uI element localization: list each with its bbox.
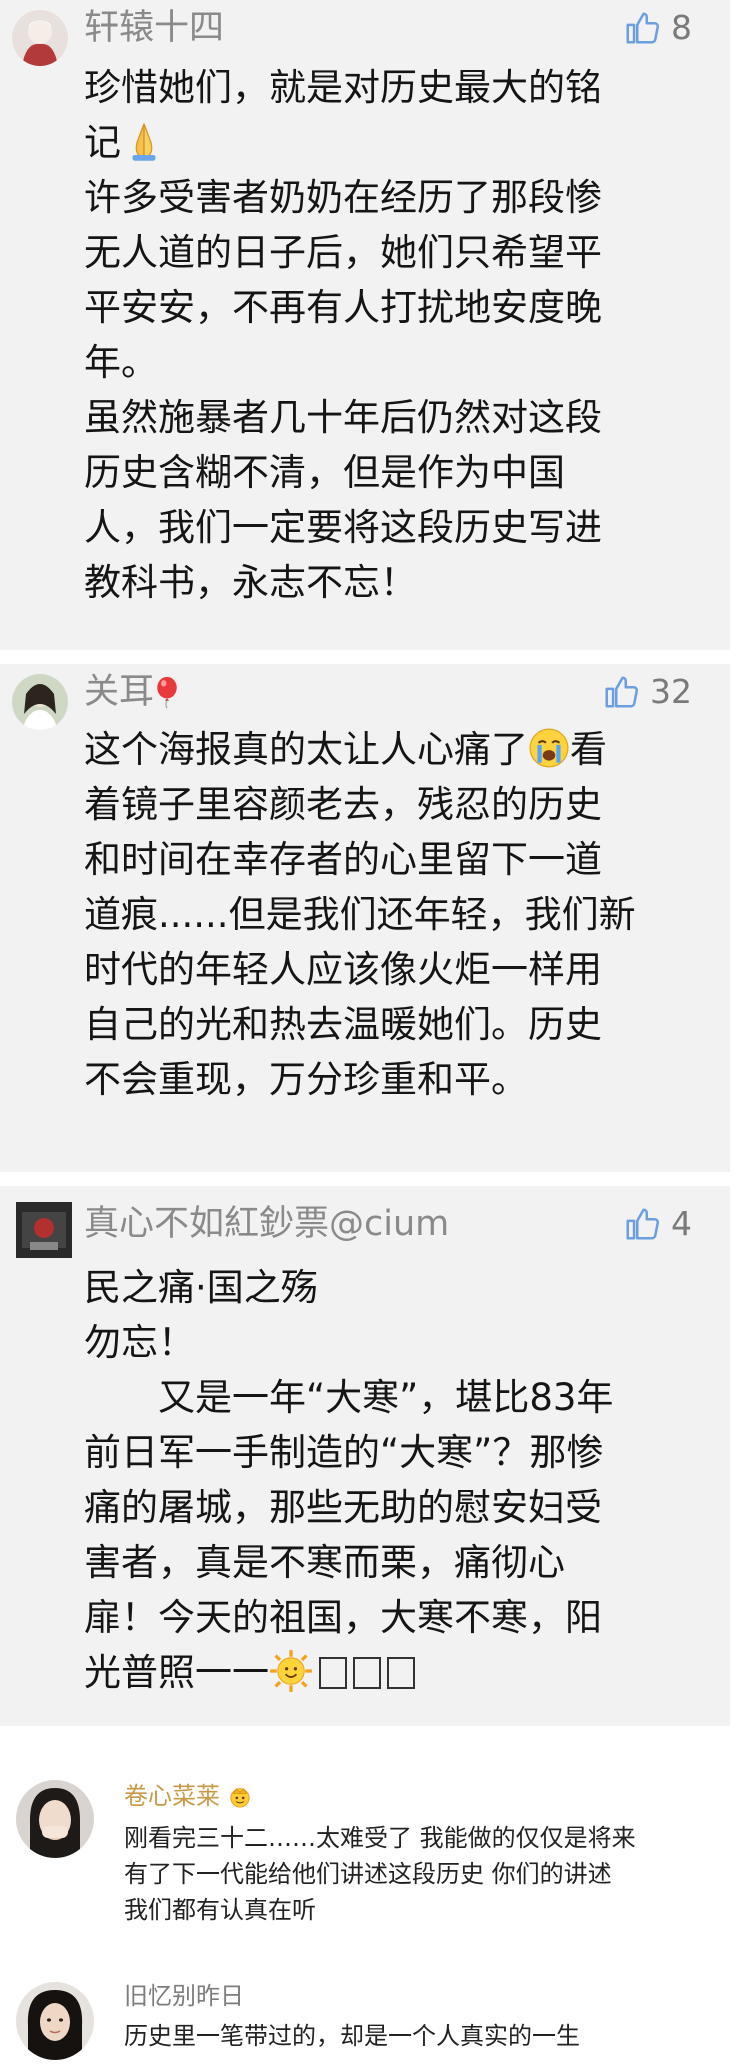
- crown-icon: [230, 1788, 250, 1808]
- comment-line: 民之痛·国之殇: [84, 1266, 318, 1309]
- comment-line: 有了下一代能给他们讲述这段历史 你们的讲述: [124, 1860, 612, 1888]
- comment-text: 这个海报真的太让人心痛了 看 着镜子里容颜老去，残忍的历史 和时间在幸存者的心里…: [84, 722, 690, 1107]
- comment-text: 民之痛·国之殇 勿忘！ 又是一年“大寒”，堪比83年 前日军一手制造的“大寒”？…: [84, 1260, 690, 1704]
- comment-line: 教科书，永志不忘！: [84, 561, 417, 604]
- comment-line: 时代的年轻人应该像火炬一样用: [84, 948, 602, 991]
- comment-line-tail: 看: [570, 728, 607, 771]
- comment-text: 刚看完三十二……太难受了 我能做的仅仅是将来 有了下一代能给他们讲述这段历史 你…: [124, 1820, 718, 1928]
- balloon-icon: [157, 676, 177, 709]
- comment-line: 和时间在幸存者的心里留下一道: [84, 838, 602, 881]
- thumbs-up-icon: [605, 676, 639, 708]
- sun-face-icon: [270, 1650, 312, 1692]
- comment-line: 人，我们一定要将这段历史写进: [84, 506, 602, 549]
- comment-line: 着镜子里容颜老去，残忍的历史: [84, 783, 602, 826]
- comment-line: 道痕......但是我们还年轻，我们新: [84, 893, 636, 936]
- comment-text: 历史里一笔带过的，却是一个人真实的一生: [124, 2018, 718, 2054]
- comment-line: 又是一年“大寒”，堪比83年: [84, 1376, 614, 1419]
- comment-line: 前日军一手制造的“大寒”？那惨: [84, 1431, 604, 1474]
- avatar[interactable]: [16, 1202, 72, 1258]
- comment-username[interactable]: 旧忆别昨日: [124, 1980, 244, 2012]
- comment-line: 不会重现，万分珍重和平。: [84, 1058, 528, 1101]
- comment-line: 历史里一笔带过的，却是一个人真实的一生: [124, 2022, 580, 2050]
- comment-line: 这个海报真的太让人心痛了 看: [84, 722, 690, 777]
- comment-item: 旧忆别昨日 历史里一笔带过的，却是一个人真实的一生: [0, 1960, 748, 2071]
- missing-glyph-boxes: [313, 1649, 415, 1704]
- comment-line: 刚看完三十二……太难受了 我能做的仅仅是将来: [124, 1824, 636, 1852]
- comment-line: 痛的屠城，那些无助的慰安妇受: [84, 1486, 602, 1529]
- comment-line: 害者，真是不寒而栗，痛彻心: [84, 1541, 565, 1584]
- avatar[interactable]: [16, 1982, 94, 2060]
- like-button[interactable]: 32: [602, 670, 692, 714]
- comment-card: 轩辕十四 8 珍惜她们，就是对历史最大的铭 记 许多受害者奶奶在经历了那段惨 无…: [0, 0, 730, 650]
- like-count: 32: [650, 672, 692, 711]
- like-count: 4: [671, 1204, 692, 1243]
- avatar[interactable]: [12, 674, 68, 730]
- missing-glyph: [319, 1657, 347, 1689]
- comment-username[interactable]: 真心不如紅鈔票@cium: [84, 1202, 449, 1246]
- comment-line: 虽然施暴者几十年后仍然对这段: [84, 396, 602, 439]
- comment-line: 无人道的日子后，她们只希望平: [84, 231, 602, 274]
- comment-line: 光普照一一: [84, 1645, 690, 1704]
- comment-username[interactable]: 关耳: [84, 670, 180, 714]
- avatar[interactable]: [16, 1780, 94, 1858]
- comment-line-text: 这个海报真的太让人心痛了: [84, 728, 528, 771]
- username-text: 关耳: [84, 672, 155, 712]
- comment-line: 许多受害者奶奶在经历了那段惨: [84, 176, 602, 219]
- like-count: 8: [671, 8, 692, 47]
- username-text: 卷心菜莱: [124, 1782, 220, 1810]
- comment-line: 扉！今天的祖国，大寒不寒，阳: [84, 1596, 602, 1639]
- comment-line-text: 记: [84, 121, 121, 164]
- comment-line: 自己的光和热去温暖她们。历史: [84, 1003, 602, 1046]
- thumbs-up-icon: [626, 1208, 660, 1240]
- comment-line: 年。: [84, 341, 158, 384]
- missing-glyph: [387, 1657, 415, 1689]
- comment-screenshot: 轩辕十四 8 珍惜她们，就是对历史最大的铭 记 许多受害者奶奶在经历了那段惨 无…: [0, 0, 748, 2071]
- comment-line: 历史含糊不清，但是作为中国: [84, 451, 565, 494]
- comment-line: 我们都有认真在听: [124, 1896, 316, 1924]
- like-button[interactable]: 4: [623, 1202, 692, 1246]
- comment-line-text: 光普照一一: [84, 1651, 269, 1694]
- comment-username[interactable]: 轩辕十四: [84, 6, 224, 50]
- like-button[interactable]: 8: [623, 6, 692, 50]
- comment-text: 珍惜她们，就是对历史最大的铭 记 许多受害者奶奶在经历了那段惨 无人道的日子后，…: [84, 60, 690, 610]
- comment-line: 勿忘！: [84, 1321, 195, 1364]
- comment-item: 卷心菜莱 刚看完三十二……太难受了 我能做的仅仅是将来 有了下一代能给他们讲述这…: [0, 1760, 748, 1924]
- comment-line: 珍惜她们，就是对历史最大的铭: [84, 66, 602, 109]
- comment-card: 真心不如紅鈔票@cium 4 民之痛·国之殇 勿忘！ 又是一年“大寒”，堪比83…: [0, 1186, 730, 1726]
- thumbs-up-icon: [626, 12, 660, 44]
- comment-username[interactable]: 卷心菜莱: [124, 1780, 254, 1812]
- folded-hands-icon: [132, 123, 156, 161]
- missing-glyph: [353, 1657, 381, 1689]
- avatar[interactable]: [12, 10, 68, 66]
- comment-line: 平安安，不再有人打扰地安度晚: [84, 286, 602, 329]
- comment-card: 关耳 32 这个海报真的太让人心痛了 看 着镜子里容颜老去，残忍的历史 和时间在…: [0, 664, 730, 1172]
- crying-face-icon: [529, 728, 569, 768]
- comment-line: 记: [84, 115, 690, 170]
